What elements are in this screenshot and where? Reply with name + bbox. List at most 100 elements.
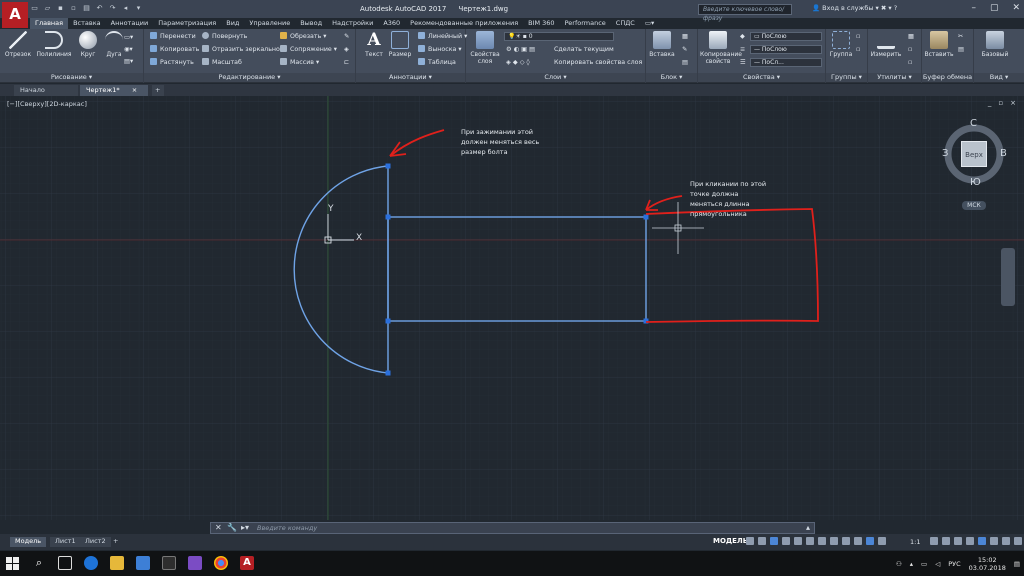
group-button[interactable]: Группа (828, 31, 854, 58)
panel-title-annotation[interactable]: Аннотации ▾ (356, 73, 465, 82)
snap-icon[interactable] (758, 537, 766, 545)
offset-icon[interactable]: ⊏ (344, 58, 349, 67)
select-icon[interactable]: ▫ (908, 45, 912, 54)
viewcube-top-face[interactable]: Верх (961, 141, 987, 167)
mirror-button[interactable]: Отразить зеркально (202, 45, 280, 54)
table-button[interactable]: Таблица (418, 58, 456, 67)
save-icon[interactable]: ▪ (56, 4, 65, 13)
store-icon[interactable] (136, 556, 150, 570)
add-layout-button[interactable]: + (108, 537, 123, 547)
redo-icon[interactable]: ↷ (108, 4, 117, 13)
viewport-minimize-icon[interactable]: _ (988, 99, 992, 107)
autocad-taskbar-icon[interactable]: A (240, 556, 254, 570)
panel-title-layers[interactable]: Слои ▾ (466, 73, 645, 82)
panel-title-block[interactable]: Блок ▾ (646, 73, 697, 82)
tab-output[interactable]: Вывод (295, 18, 327, 29)
annotation-visibility-icon[interactable] (866, 537, 874, 545)
id-icon[interactable]: ▫ (908, 58, 912, 67)
line-button[interactable]: Отрезок (4, 31, 32, 58)
tab-manage[interactable]: Управление (244, 18, 295, 29)
tray-overflow-icon[interactable]: ▴ (910, 560, 913, 568)
tab-spds[interactable]: СПДС (611, 18, 640, 29)
file-explorer-icon[interactable] (110, 556, 124, 570)
circle-button[interactable]: Круг (74, 31, 102, 58)
viewport-close-icon[interactable]: × (1010, 99, 1016, 107)
command-input[interactable]: Введите команду (257, 524, 317, 532)
selection-cycle-icon[interactable] (854, 537, 862, 545)
block-attr-icon[interactable]: ▤ (682, 58, 688, 67)
calc-icon[interactable]: ▦ (908, 32, 914, 41)
stretch-button[interactable]: Растянуть (150, 58, 194, 67)
tab-start[interactable]: Начало (14, 85, 78, 96)
annotation-monitor-icon[interactable] (954, 537, 962, 545)
people-icon[interactable]: ⚇ (896, 560, 902, 568)
panel-title-groups[interactable]: Группы ▾ (826, 73, 867, 82)
erase-icon[interactable]: ✎ (344, 32, 349, 41)
polyline-button[interactable]: Полилиния (36, 31, 72, 58)
minimize-icon[interactable]: – (971, 3, 976, 13)
panel-title-properties[interactable]: Свойства ▾ (698, 73, 825, 82)
close-tab-icon[interactable]: × (132, 86, 137, 94)
close-cmd-icon[interactable]: ✕ (215, 523, 222, 532)
base-view-button[interactable]: Базовый (978, 31, 1012, 58)
insert-block-button[interactable]: Вставка (648, 31, 676, 58)
print-icon[interactable]: ▤ (82, 4, 91, 13)
rotate-button[interactable]: Повернуть (202, 32, 247, 41)
notifications-icon[interactable]: ▤ (1014, 560, 1020, 568)
fillet-button[interactable]: Сопряжение ▾ (280, 45, 337, 54)
panel-title-clipboard[interactable]: Буфер обмена ▾ (922, 73, 973, 90)
rectangle-icon[interactable]: ▭▾ (124, 33, 133, 42)
search-input[interactable]: Введите ключевое слово/фразу (698, 4, 792, 22)
clock[interactable]: 15:02 03.07.2018 (969, 556, 1006, 572)
chrome-icon[interactable] (214, 556, 228, 570)
open-file-icon[interactable]: ▱ (43, 4, 52, 13)
grip-shank-bottom-left[interactable] (385, 318, 391, 324)
move-button[interactable]: Перенести (150, 32, 196, 41)
viewcube-west[interactable]: З (942, 148, 948, 159)
application-menu-button[interactable]: A (2, 2, 28, 28)
volume-icon[interactable]: ◁ (935, 560, 940, 568)
workspace-icon[interactable] (942, 537, 950, 545)
maximize-icon[interactable]: ▢ (990, 3, 999, 13)
panel-title-draw[interactable]: Рисование ▾ (0, 73, 143, 82)
tab-sheet2[interactable]: Лист2 (80, 537, 111, 547)
grip-top[interactable] (385, 163, 391, 169)
wrench-icon[interactable]: 🔧 (227, 523, 237, 532)
lineweight-dropdown[interactable]: — ПоСлою (750, 45, 822, 54)
save-as-icon[interactable]: ▫ (69, 4, 78, 13)
hardware-accel-icon[interactable] (990, 537, 998, 545)
navigation-bar[interactable] (1001, 248, 1015, 306)
settings-icon[interactable] (930, 537, 938, 545)
recent-commands-icon[interactable]: ▸▾ (241, 523, 249, 532)
ucs-menu[interactable]: МСК (962, 201, 986, 210)
dimension-button[interactable]: Размер (386, 31, 414, 58)
windows-start-icon[interactable] (6, 557, 20, 571)
text-button[interactable]: A Текст (360, 31, 388, 58)
autoscale-icon[interactable] (878, 537, 886, 545)
create-block-icon[interactable]: ▦ (682, 32, 688, 41)
grid-icon[interactable] (746, 537, 754, 545)
ribbon-toggle-icon[interactable]: ▭▾ (640, 18, 659, 29)
viewport-restore-icon[interactable]: ▫ (998, 99, 1003, 107)
grip-shank-top-right[interactable] (643, 214, 649, 220)
search-taskbar-icon[interactable]: ⌕ (32, 556, 46, 570)
tab-addins[interactable]: Надстройки (327, 18, 378, 29)
undo-icon[interactable]: ↶ (95, 4, 104, 13)
leader-button[interactable]: Выноска ▾ (418, 45, 462, 54)
linetype-dropdown[interactable]: — ПоСл... (750, 58, 822, 67)
network-icon[interactable]: ▭ (921, 560, 927, 568)
units-icon[interactable] (966, 537, 974, 545)
viewcube-east[interactable]: В (1000, 148, 1007, 159)
tab-model[interactable]: Модель (10, 537, 47, 547)
hatch-icon[interactable]: ◉▾ (124, 45, 133, 54)
isolate-icon[interactable] (978, 537, 986, 545)
tab-home[interactable]: Главная (30, 18, 69, 29)
grip-bottom[interactable] (385, 370, 391, 376)
share-icon[interactable]: ◂ (121, 4, 130, 13)
model-space-toggle[interactable]: МОДЕЛЬ (713, 537, 748, 545)
dropdown-icon[interactable]: ▾ (134, 4, 143, 13)
color-dropdown[interactable]: ▭ ПоСлою (750, 32, 822, 41)
signin-button[interactable]: 👤 Вход в службы ▾ ✖ ▾ ? (812, 4, 897, 12)
ortho-icon[interactable] (770, 537, 778, 545)
close-icon[interactable]: ✕ (1012, 3, 1020, 13)
